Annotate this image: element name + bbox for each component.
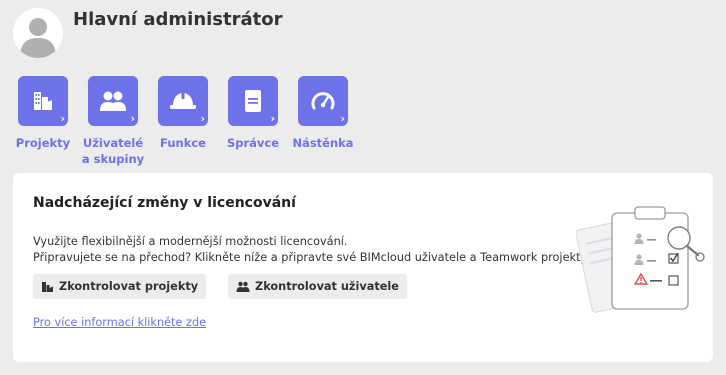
users-icon	[100, 91, 126, 111]
user-avatar-icon	[20, 18, 56, 58]
nav-label-users: Uživatelé a skupiny	[81, 136, 145, 166]
check-users-button[interactable]: Zkontrolovat uživatele	[228, 274, 407, 299]
nav-label-projects: Projekty	[15, 136, 71, 150]
server-icon	[245, 90, 261, 112]
nav-label-functions: Funkce	[160, 136, 206, 150]
checklist-illustration	[576, 206, 705, 313]
nav-tile-functions[interactable]: ›	[158, 76, 208, 126]
speedometer-icon	[311, 92, 335, 110]
chevron-right-icon: ›	[270, 112, 275, 125]
card-description: Využijte flexibilnější a modernější možn…	[33, 234, 589, 266]
buildings-icon	[34, 92, 52, 110]
nav-item-servers[interactable]: › Správce	[218, 76, 288, 151]
card-title: Nadcházející změny v licencování	[33, 195, 296, 211]
more-info-link[interactable]: Pro více informací klikněte zde	[33, 316, 206, 329]
nav-tile-dashboard[interactable]: ›	[298, 76, 348, 126]
page-title: Hlavní administrátor	[73, 9, 283, 30]
buildings-icon	[42, 281, 53, 292]
nav-label-dashboard: Nástěnka	[292, 136, 354, 150]
chevron-right-icon: ›	[200, 112, 205, 125]
nav-item-projects[interactable]: › Projekty	[8, 76, 78, 151]
card-description-line2: Připravujete se na přechod? Klikněte níž…	[33, 251, 590, 264]
nav-item-users[interactable]: › Uživatelé a skupiny	[78, 76, 148, 167]
users-icon	[236, 281, 250, 292]
nav-tile-servers[interactable]: ›	[228, 76, 278, 126]
card-description-line1: Využijte flexibilnější a modernější možn…	[33, 235, 348, 248]
nav-label-servers: Správce	[226, 136, 280, 150]
avatar	[13, 8, 63, 58]
check-projects-label: Zkontrolovat projekty	[59, 280, 199, 293]
chevron-right-icon: ›	[340, 112, 345, 125]
check-projects-button[interactable]: Zkontrolovat projekty	[33, 274, 207, 299]
nav-item-dashboard[interactable]: › Nástěnka	[288, 76, 358, 151]
chevron-right-icon: ›	[60, 112, 65, 125]
chevron-right-icon: ›	[130, 112, 135, 125]
license-changes-card: Nadcházející změny v licencování Využijt…	[13, 173, 713, 362]
hard-hat-icon	[170, 93, 196, 109]
nav-tile-users[interactable]: ›	[88, 76, 138, 126]
nav-tile-projects[interactable]: ›	[18, 76, 68, 126]
check-users-label: Zkontrolovat uživatele	[255, 280, 399, 293]
nav-item-functions[interactable]: › Funkce	[148, 76, 218, 151]
